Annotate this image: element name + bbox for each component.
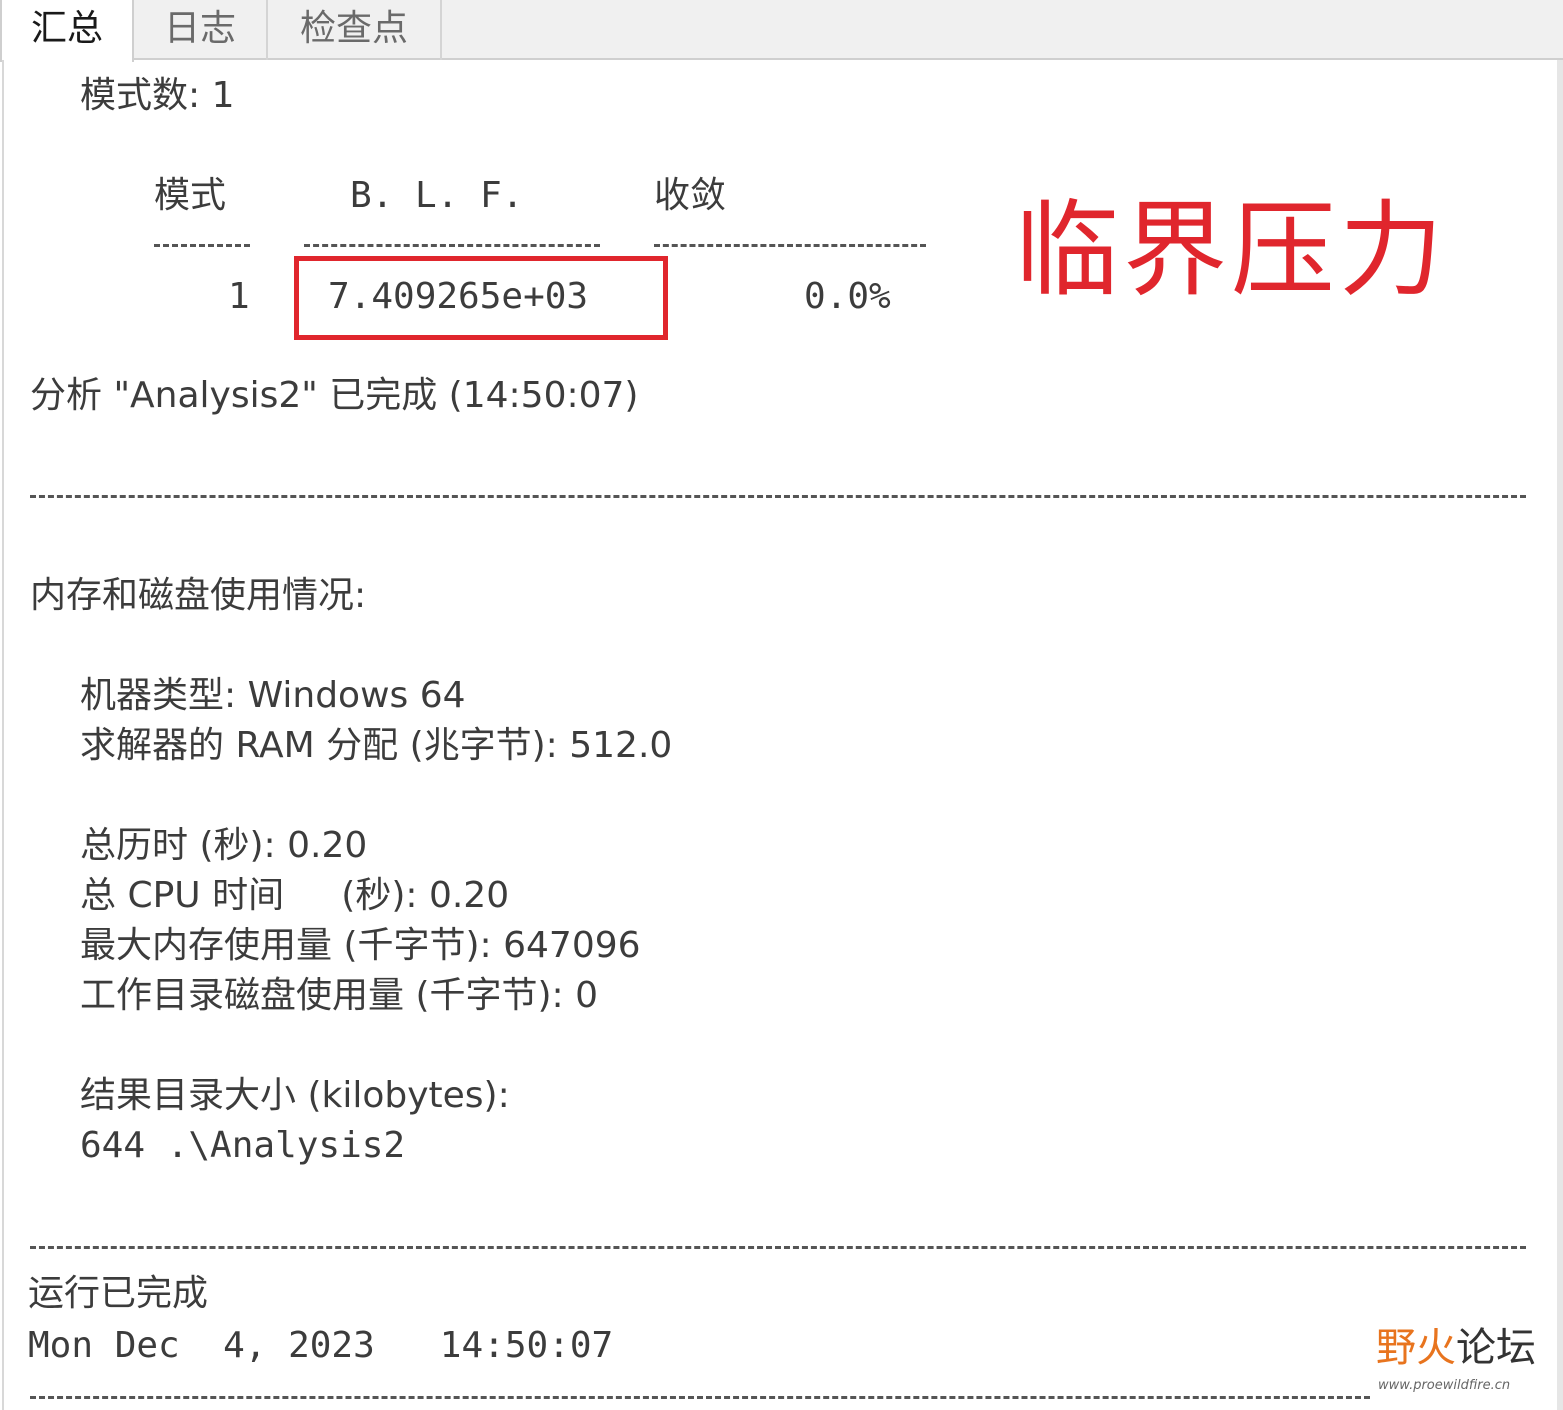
row-convergence-value: 0.0% bbox=[804, 276, 891, 317]
tab-summary[interactable]: 汇总 bbox=[0, 0, 134, 62]
workdir-disk-line: 工作目录磁盘使用量 (千字节): 0 bbox=[80, 975, 599, 1016]
run-complete-line: 运行已完成 bbox=[28, 1273, 209, 1314]
run-timestamp-line: Mon Dec 4, 2023 14:50:07 bbox=[28, 1325, 614, 1366]
col-header-mode: 模式 bbox=[154, 175, 227, 216]
results-dir-heading: 结果目录大小 (kilobytes): bbox=[80, 1075, 510, 1116]
total-cpu-line: 总 CPU 时间 (秒): 0.20 bbox=[80, 875, 510, 916]
watermark-url: www.proewildfire.cn bbox=[1378, 1378, 1511, 1393]
solver-ram-line: 求解器的 RAM 分配 (兆字节): 512.0 bbox=[80, 725, 673, 766]
divider-2 bbox=[30, 1246, 1526, 1249]
machine-type-line: 机器类型: Windows 64 bbox=[80, 675, 466, 716]
tab-checkpoints[interactable]: 检查点 bbox=[268, 0, 442, 60]
forum-watermark: 野火论坛 www.proewildfire.cn bbox=[1376, 1322, 1556, 1406]
tab-log[interactable]: 日志 bbox=[134, 0, 268, 60]
results-window: 汇总 日志 检查点 模式数: 1 模式 B. L. F. 收敛 1 7.4092… bbox=[0, 0, 1563, 1410]
col-header-convergence: 收敛 bbox=[654, 175, 727, 216]
col-header-blf: B. L. F. bbox=[350, 175, 524, 216]
vertical-scrollbar[interactable] bbox=[1557, 60, 1563, 1410]
mode-count-line: 模式数: 1 bbox=[80, 75, 235, 116]
divider-3 bbox=[30, 1396, 1370, 1399]
tab-bar: 汇总 日志 检查点 bbox=[0, 0, 1563, 62]
analysis-complete-line: 分析 "Analysis2" 已完成 (14:50:07) bbox=[30, 375, 639, 416]
usage-heading: 内存和磁盘使用情况: bbox=[30, 575, 367, 616]
col-underline-convergence bbox=[654, 244, 926, 247]
watermark-logo-text: 野火论坛 bbox=[1376, 1322, 1536, 1374]
watermark-logo-part-a: 野火 bbox=[1376, 1325, 1456, 1371]
col-underline-mode bbox=[154, 244, 250, 247]
row-mode-value: 1 bbox=[228, 276, 250, 317]
max-memory-line: 最大内存使用量 (千字节): 647096 bbox=[80, 925, 641, 966]
critical-load-highlight-box bbox=[294, 256, 668, 340]
col-underline-blf bbox=[304, 244, 600, 247]
results-dir-entry: 644 .\Analysis2 bbox=[80, 1125, 406, 1166]
divider-1 bbox=[30, 495, 1526, 498]
critical-pressure-annotation: 临界压力 bbox=[1015, 189, 1448, 311]
watermark-logo-part-b: 论坛 bbox=[1456, 1325, 1536, 1371]
total-elapsed-line: 总历时 (秒): 0.20 bbox=[80, 825, 368, 866]
